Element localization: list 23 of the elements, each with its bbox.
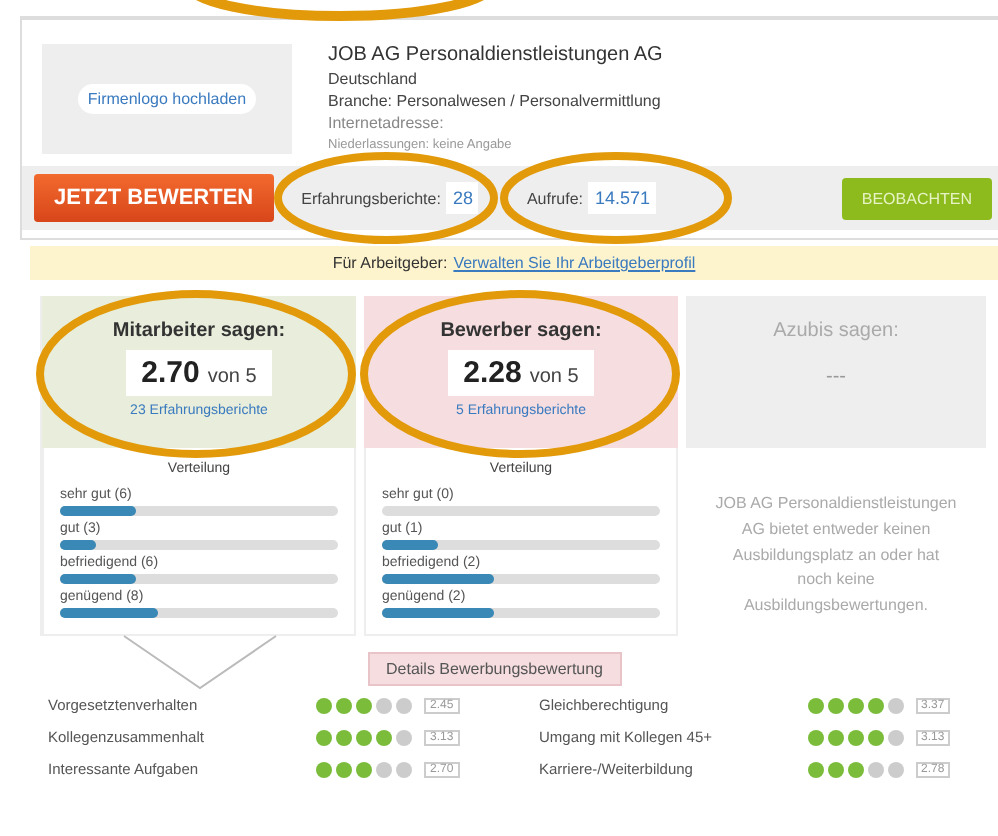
score-value: --- <box>826 366 846 388</box>
panel-title: Bewerber sagen: <box>440 320 602 342</box>
company-industry: Branche: Personalwesen / Personalvermittlung <box>328 92 663 110</box>
website-label: Internetadresse: <box>328 114 446 132</box>
score-value: 2.70 <box>141 356 200 390</box>
reports-count: 28 <box>446 182 479 214</box>
chevron-down-icon[interactable] <box>120 632 280 692</box>
score-scale: von 5 <box>529 366 579 388</box>
upload-logo-link[interactable]: Firmenlogo hochladen <box>77 84 257 114</box>
rate-now-button[interactable]: JETZT BEWERTEN <box>34 174 274 222</box>
panel-title: Mitarbeiter sagen: <box>112 320 286 342</box>
company-name: JOB AG Personaldienstleistungen AG <box>328 44 663 66</box>
no-trainee-message: JOB AG Personaldienstleistungen AG bietet entweder keinen Ausbildungsplatz an oder hat noch keine Ausbildungsbewertungen. <box>713 492 959 619</box>
reports-label: Erfahrungsberichte: <box>301 189 441 207</box>
company-country: Deutschland <box>328 70 419 88</box>
banner-text: Für Arbeitgeber: <box>332 254 448 272</box>
score-scale: von 5 <box>207 366 257 388</box>
score-value: 2.28 <box>463 356 522 390</box>
banner-link[interactable]: Verwalten Sie Ihr Arbeitgeberprofil <box>453 254 696 272</box>
panel-title: Azubis sagen: <box>773 320 899 342</box>
views-count: 14.571 <box>588 182 657 214</box>
views-label: Aufrufe: <box>526 189 583 207</box>
details-button[interactable]: Details Bewerbungsbewertung <box>368 652 622 686</box>
